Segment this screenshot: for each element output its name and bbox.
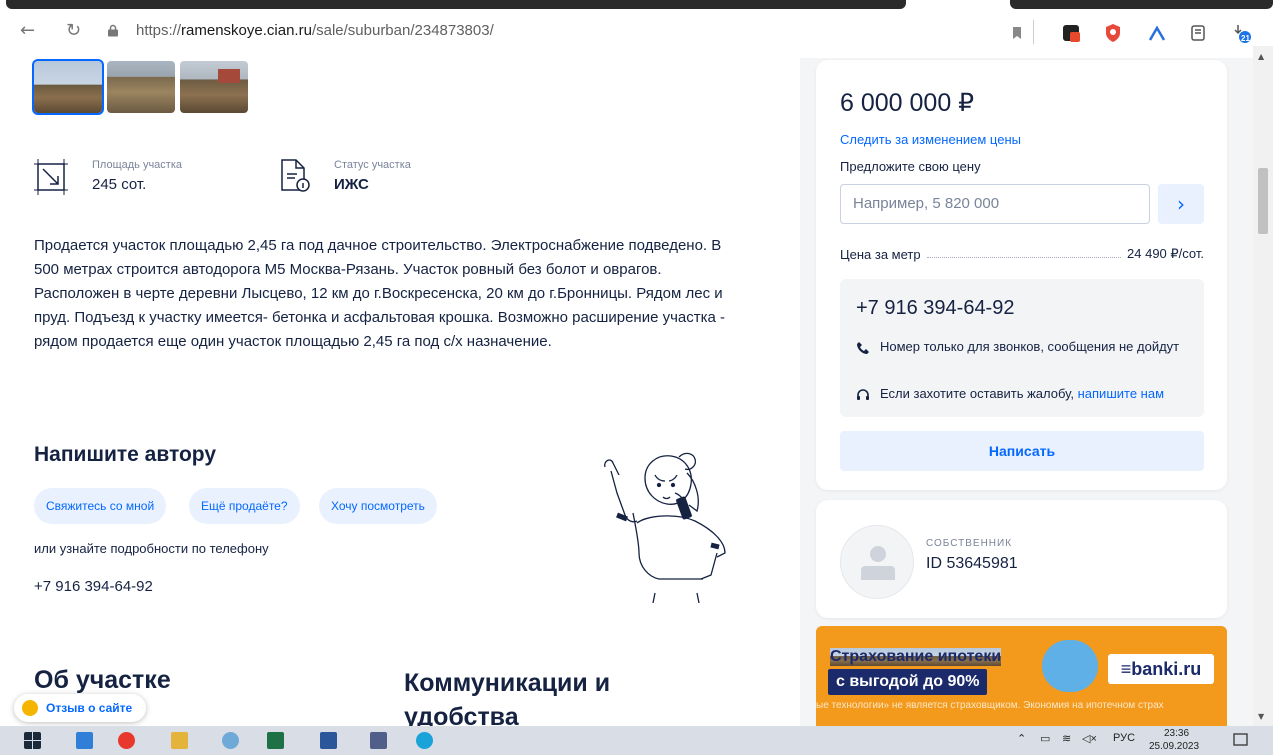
woman-phone-illustration <box>604 452 726 603</box>
toolbar-divider <box>1033 20 1034 44</box>
wifi-icon[interactable]: ≋ <box>1062 732 1071 745</box>
area-icon <box>34 159 68 195</box>
edge-browser-icon[interactable] <box>416 732 433 749</box>
downloads-badge: 21 <box>1241 34 1250 43</box>
avatar <box>840 525 914 599</box>
windows-taskbar: ⌃ ▭ ≋ ◁× РУС 23:36 25.09.2023 <box>0 726 1273 755</box>
calls-only-note: Номер только для звонков, сообщения не д… <box>880 339 1180 354</box>
shield-extension-icon[interactable] <box>1102 22 1124 44</box>
section-comms-title: Коммуникации и удобства <box>404 669 611 726</box>
ad-line1: Страхование ипотеки <box>830 648 1002 666</box>
feature-label-area: Площадь участка <box>92 159 182 171</box>
url-path: /sale/suburban/234873803/ <box>311 22 494 39</box>
offer-price-input[interactable]: Например, 5 820 000 <box>840 184 1150 224</box>
owner-card: СОБСТВЕННИК ID 53645981 <box>816 500 1227 618</box>
feature-value-area: 245 сот. <box>92 176 147 193</box>
price-per-meter-row: Цена за метр 24 490 ₽/сот. <box>840 246 1204 262</box>
contact-box: +7 916 394-64-92 Номер только для звонко… <box>840 279 1204 417</box>
clock-date[interactable]: 25.09.2023 <box>1149 741 1199 752</box>
ad-logo: ≡banki.ru <box>1108 654 1214 684</box>
section-about-title: Об участке <box>34 666 171 694</box>
explorer-app-icon[interactable] <box>76 732 93 749</box>
complaint-row: Если захотите оставить жалобу, напишите … <box>880 386 1164 401</box>
url-host: ramenskoye.cian.ru <box>181 22 312 39</box>
scroll-thumb[interactable] <box>1258 168 1268 234</box>
ppm-label: Цена за метр <box>840 247 921 262</box>
owner-role: СОБСТВЕННИК <box>926 538 1013 549</box>
chevron-right-icon: › <box>1177 192 1185 216</box>
complaint-link[interactable]: напишите нам <box>1078 386 1164 401</box>
gallery-thumbnail-1[interactable] <box>32 59 104 115</box>
submit-offer-button[interactable]: › <box>1158 184 1204 224</box>
feature-label-status: Статус участка <box>334 159 411 171</box>
network-icon[interactable]: ▭ <box>1040 732 1050 745</box>
owner-id[interactable]: ID 53645981 <box>926 555 1018 573</box>
write-author-title: Напишите автору <box>34 443 217 466</box>
excel-icon[interactable] <box>267 732 284 749</box>
windows-start-icon[interactable] <box>24 732 41 749</box>
lock-icon <box>108 24 118 37</box>
notifications-icon[interactable] <box>1232 732 1249 749</box>
dotted-leader <box>926 257 1122 258</box>
phone-hint: или узнайте подробности по телефону <box>34 541 269 556</box>
back-arrow-icon[interactable]: ← <box>20 22 35 40</box>
paint-app-icon[interactable] <box>222 732 239 749</box>
write-button[interactable]: Написать <box>840 431 1204 471</box>
window-frame-right <box>1010 0 1273 9</box>
page-scrollbar[interactable]: ▲ ▼ <box>1253 46 1273 726</box>
follow-price-link[interactable]: Следить за изменением цены <box>840 132 1021 147</box>
scroll-up-arrow-icon[interactable]: ▲ <box>1258 52 1264 61</box>
smile-icon <box>22 700 38 716</box>
scroll-down-arrow-icon[interactable]: ▼ <box>1258 712 1264 721</box>
gallery-thumbnail-2[interactable] <box>107 61 175 113</box>
collections-icon[interactable] <box>1187 22 1209 44</box>
chip-want-to-see[interactable]: Хочу посмотреть <box>319 488 437 524</box>
offer-price-label: Предложите свою цену <box>840 159 981 174</box>
reload-icon[interactable]: ↻ <box>66 22 81 40</box>
word-icon[interactable] <box>320 732 337 749</box>
ad-banner[interactable]: Страхование ипотеки с выгодой до 90% ≡ba… <box>816 626 1227 726</box>
main-column: Площадь участка 245 сот. Статус участка … <box>0 58 800 726</box>
app-icon[interactable] <box>370 732 387 749</box>
headset-icon <box>857 389 869 400</box>
ad-ticker: ые технологии» не является страховщиком.… <box>816 700 1164 711</box>
file-folder-icon[interactable] <box>171 732 188 749</box>
translate-extension-icon[interactable] <box>1146 22 1168 44</box>
extension-red-icon[interactable] <box>1060 22 1082 44</box>
price-card: 6 000 000 ₽ Следить за изменением цены П… <box>816 60 1227 490</box>
author-phone[interactable]: +7 916 394-64-92 <box>34 578 153 595</box>
clock-time[interactable]: 23:36 <box>1164 728 1189 739</box>
feedback-label: Отзыв о сайте <box>46 701 133 715</box>
window-frame <box>6 0 906 9</box>
document-info-icon <box>281 159 310 192</box>
chip-still-selling[interactable]: Ещё продаёте? <box>189 488 300 524</box>
address-bar[interactable]: https://ramenskoye.cian.ru/sale/suburban… <box>136 22 494 39</box>
input-language[interactable]: РУС <box>1113 732 1135 744</box>
feature-value-status: ИЖС <box>334 176 369 193</box>
yandex-browser-icon[interactable] <box>118 732 135 749</box>
bookmark-icon[interactable] <box>1006 22 1028 44</box>
price-value: 6 000 000 ₽ <box>840 89 975 117</box>
feedback-button[interactable]: Отзыв о сайте <box>14 694 147 722</box>
browser-toolbar: ← ↻ https://ramenskoye.cian.ru/sale/subu… <box>0 0 1273 58</box>
gallery-thumbnail-3[interactable] <box>180 61 248 113</box>
tray-chevron-icon[interactable]: ⌃ <box>1017 732 1026 745</box>
volume-muted-icon[interactable]: ◁× <box>1082 732 1097 745</box>
contact-phone[interactable]: +7 916 394-64-92 <box>856 297 1014 320</box>
house-umbrella-icon <box>1042 640 1098 692</box>
ad-line2: с выгодой до 90% <box>828 669 988 695</box>
url-prefix: https:// <box>136 22 182 39</box>
listing-description: Продается участок площадью 2,45 га под д… <box>34 237 726 350</box>
ppm-value: 24 490 ₽/сот. <box>1127 246 1204 261</box>
chip-contact-me[interactable]: Свяжитесь со мной <box>34 488 167 524</box>
phone-icon <box>857 342 869 354</box>
page-content: Площадь участка 245 сот. Статус участка … <box>0 58 1253 726</box>
complaint-text: Если захотите оставить жалобу, <box>880 386 1074 401</box>
